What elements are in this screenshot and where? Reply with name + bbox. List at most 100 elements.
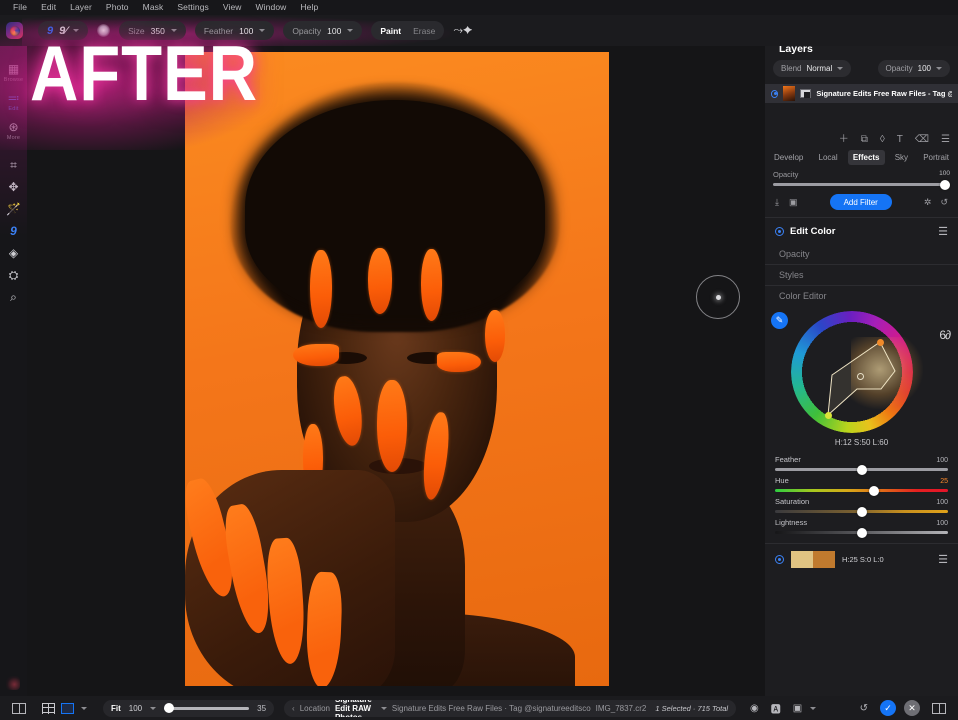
grid-view-icon[interactable] bbox=[42, 702, 55, 714]
slider-handle[interactable] bbox=[868, 485, 879, 496]
chevron-down-icon[interactable] bbox=[837, 67, 844, 70]
chevron-down-icon[interactable] bbox=[81, 706, 87, 710]
before-after-icon[interactable]: ▣ bbox=[789, 197, 798, 208]
slider-handle[interactable] bbox=[856, 506, 867, 517]
reset-icon[interactable]: ↺ bbox=[940, 197, 948, 208]
table-row[interactable]: Signature Edits Free Raw Files - Tag @si… bbox=[765, 84, 958, 103]
chevron-down-icon[interactable] bbox=[73, 29, 80, 32]
menu-item-photo[interactable]: Photo bbox=[99, 0, 136, 15]
tab-sky[interactable]: Sky bbox=[890, 150, 913, 165]
brush-feather-control[interactable]: Feather 100 bbox=[194, 21, 275, 40]
hamburger-menu-icon[interactable]: ☰ bbox=[938, 225, 948, 238]
tab-local[interactable]: Local bbox=[814, 150, 843, 165]
duplicate-layer-icon[interactable]: ⧉ bbox=[861, 134, 868, 145]
panel-toggle-button[interactable] bbox=[932, 702, 946, 714]
eraser-tool[interactable]: ◈ bbox=[0, 247, 27, 260]
undo-icon[interactable]: ↺ bbox=[860, 703, 868, 714]
menu-item-layer[interactable]: Layer bbox=[63, 0, 99, 15]
active-radio-icon[interactable] bbox=[775, 227, 784, 236]
selection-center-handle[interactable] bbox=[857, 373, 864, 380]
canvas-area[interactable] bbox=[27, 46, 765, 696]
fill-layer-icon[interactable]: ◊ bbox=[880, 134, 885, 145]
menu-item-mask[interactable]: Mask bbox=[136, 0, 171, 15]
hue-handle-start[interactable] bbox=[877, 339, 884, 346]
menu-item-help[interactable]: Help bbox=[293, 0, 325, 15]
import-preset-icon[interactable]: ⤓ bbox=[775, 197, 779, 208]
brush-opacity-control[interactable]: Opacity 100 bbox=[283, 21, 363, 40]
menu-item-settings[interactable]: Settings bbox=[170, 0, 216, 15]
active-radio-icon[interactable] bbox=[775, 555, 784, 564]
hamburger-menu-icon[interactable]: ☰ bbox=[938, 553, 948, 566]
text-layer-icon[interactable]: T bbox=[897, 134, 903, 145]
retouch-tool[interactable]: 🪄 bbox=[0, 203, 27, 216]
selection-square-icon[interactable] bbox=[61, 702, 74, 714]
hue-slider[interactable] bbox=[775, 485, 948, 496]
color-wheel[interactable]: 6∂ ✎ bbox=[765, 306, 958, 436]
slider-handle[interactable] bbox=[940, 179, 950, 190]
chevron-down-icon[interactable] bbox=[170, 29, 177, 32]
location-folder[interactable]: Signature Edit RAW Photos bbox=[335, 700, 376, 717]
clone-stamp-tool[interactable]: ⛭ bbox=[0, 269, 27, 282]
sidebar-item-more[interactable]: ⊛ More bbox=[0, 121, 27, 142]
paint-erase-toggle[interactable]: Paint Erase bbox=[371, 21, 445, 40]
zoom-tool[interactable]: ⌕ bbox=[0, 291, 27, 304]
magic-wand-icon[interactable]: ⤳✦ bbox=[453, 23, 472, 38]
tab-develop[interactable]: Develop bbox=[769, 150, 808, 165]
layer-mask-icon[interactable] bbox=[800, 89, 812, 98]
add-filter-button[interactable]: Add Filter bbox=[829, 194, 892, 210]
erase-mode-button[interactable]: Erase bbox=[413, 26, 435, 36]
color-swatch[interactable] bbox=[791, 551, 835, 568]
sidebar-item-browse[interactable]: ▦ Browse bbox=[0, 63, 27, 84]
chevron-down-icon[interactable] bbox=[150, 706, 157, 710]
stack-layers-icon[interactable]: ☰ bbox=[941, 134, 950, 145]
chevron-down-icon[interactable] bbox=[259, 29, 266, 32]
delete-layer-icon[interactable]: ⌫ bbox=[915, 134, 929, 145]
cancel-button[interactable]: ✕ bbox=[904, 700, 920, 716]
edit-color-color-editor-row[interactable]: Color Editor bbox=[765, 286, 958, 306]
lightness-slider[interactable] bbox=[775, 527, 948, 538]
gear-icon[interactable]: ✲ bbox=[924, 197, 932, 208]
fit-label[interactable]: Fit bbox=[111, 704, 121, 713]
apply-button[interactable]: ✓ bbox=[880, 700, 896, 716]
crop-tool[interactable]: ⌗ bbox=[0, 159, 27, 172]
chevron-down-icon[interactable] bbox=[347, 29, 354, 32]
compare-icon[interactable]: ▣ bbox=[793, 703, 802, 714]
brush-tool[interactable]: 9 bbox=[0, 225, 27, 238]
rating-icon[interactable]: 🅰 bbox=[771, 701, 781, 716]
color-swatch-row[interactable]: H:25 S:0 L:0 ☰ bbox=[765, 544, 958, 575]
zoom-slider[interactable] bbox=[164, 703, 250, 713]
blend-mode-select[interactable]: Blend Normal bbox=[773, 60, 852, 77]
eye-icon[interactable]: ◉ bbox=[750, 703, 759, 714]
layer-opacity-select[interactable]: Opacity 100 bbox=[877, 60, 950, 77]
chevron-left-icon[interactable]: ‹ bbox=[292, 704, 295, 713]
sidebar-item-edit[interactable]: ≕ Edit bbox=[0, 92, 27, 113]
effects-opacity-slider[interactable] bbox=[773, 179, 950, 190]
color-wheel-selection[interactable] bbox=[799, 319, 923, 425]
chevron-down-icon[interactable] bbox=[810, 706, 817, 710]
menu-item-window[interactable]: Window bbox=[249, 0, 294, 15]
menu-item-file[interactable]: File bbox=[6, 0, 34, 15]
menu-item-view[interactable]: View bbox=[216, 0, 249, 15]
menu-item-edit[interactable]: Edit bbox=[34, 0, 63, 15]
layer-visibility-icon[interactable] bbox=[771, 89, 779, 98]
slider-handle[interactable] bbox=[856, 527, 867, 538]
add-layer-icon[interactable]: ＋ bbox=[839, 134, 849, 145]
zoom-control[interactable]: Fit 100 35 bbox=[103, 699, 275, 717]
feather-slider[interactable] bbox=[775, 464, 948, 475]
brush-size-control[interactable]: Size 350 bbox=[119, 21, 186, 40]
slider-handle[interactable] bbox=[164, 703, 175, 713]
brush-tool-selector[interactable]: 9 9⁄ bbox=[38, 21, 89, 40]
hue-handle-end[interactable] bbox=[825, 412, 832, 419]
edit-color-styles-row[interactable]: Styles bbox=[765, 265, 958, 285]
saturation-slider[interactable] bbox=[775, 506, 948, 517]
tab-portrait[interactable]: Portrait bbox=[918, 150, 954, 165]
move-tool[interactable]: ✥ bbox=[0, 181, 27, 194]
edit-color-opacity-row[interactable]: Opacity bbox=[765, 244, 958, 264]
skin-tone-icon[interactable]: 6∂ bbox=[939, 328, 951, 342]
filmstrip-icon[interactable] bbox=[12, 702, 26, 714]
breadcrumb[interactable]: ‹ Location Signature Edit RAW Photos Sig… bbox=[284, 699, 737, 717]
tab-effects[interactable]: Effects bbox=[847, 150, 885, 165]
photo-preview[interactable] bbox=[185, 52, 609, 686]
slider-handle[interactable] bbox=[856, 464, 867, 475]
paint-mode-button[interactable]: Paint bbox=[380, 26, 401, 36]
